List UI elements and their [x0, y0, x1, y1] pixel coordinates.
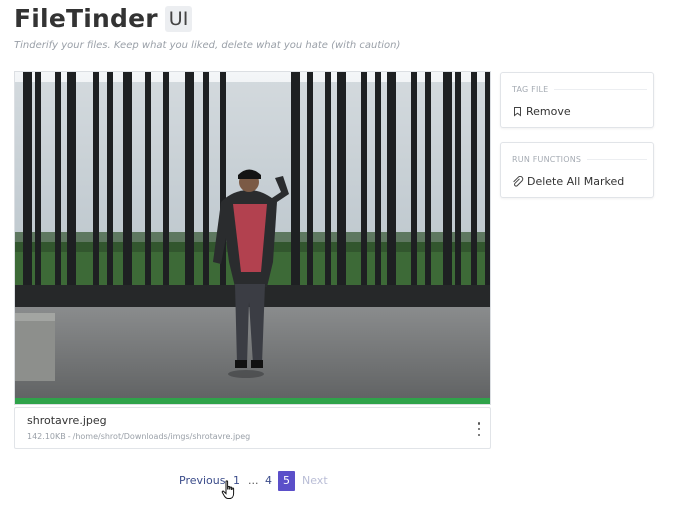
bookmark-icon [514, 107, 521, 117]
page-ellipsis: ... [248, 474, 259, 487]
more-options-icon[interactable] [476, 422, 482, 436]
preview-image [15, 72, 490, 404]
file-name: shrotavre.jpeg [27, 414, 107, 427]
delete-all-marked-label: Delete All Marked [527, 175, 625, 188]
meta-separator: - [67, 432, 71, 441]
file-meta: 142.10KB -/home/shrot/Downloads/imgs/shro… [27, 432, 250, 441]
remove-button[interactable]: Remove [512, 105, 571, 118]
run-functions-card: RUN FUNCTIONS Delete All Marked [500, 142, 654, 198]
page-4-link[interactable]: 4 [265, 474, 272, 487]
paperclip-icon [513, 176, 524, 187]
heading-divider [587, 159, 647, 160]
pagination: Previous 1 ... 4 5 Next [0, 471, 673, 491]
run-functions-heading-row: RUN FUNCTIONS [512, 155, 647, 164]
previous-page-link[interactable]: Previous [179, 474, 226, 487]
file-path: /home/shrot/Downloads/imgs/shrotavre.jpe… [72, 432, 251, 441]
file-size: 142.10KB [27, 432, 66, 441]
delete-all-marked-button[interactable]: Delete All Marked [512, 175, 624, 188]
app-title-text: FileTinder [14, 4, 158, 33]
tag-file-heading-row: TAG FILE [512, 85, 647, 94]
progress-bar [15, 398, 490, 404]
file-preview [14, 71, 491, 405]
tag-file-card: TAG FILE Remove [500, 72, 654, 128]
heading-divider [554, 89, 647, 90]
hand-cursor-icon [221, 480, 235, 499]
current-page[interactable]: 5 [278, 471, 295, 491]
app-subtitle: Tinderify your files. Keep what you like… [14, 40, 401, 51]
run-functions-heading: RUN FUNCTIONS [512, 155, 582, 164]
tag-file-heading: TAG FILE [512, 85, 549, 94]
app-title: FileTinder UI [14, 4, 193, 33]
next-page-link[interactable]: Next [302, 474, 328, 487]
app-title-badge: UI [164, 5, 193, 32]
remove-label: Remove [526, 105, 571, 118]
file-info-card: shrotavre.jpeg 142.10KB -/home/shrot/Down… [14, 407, 491, 449]
